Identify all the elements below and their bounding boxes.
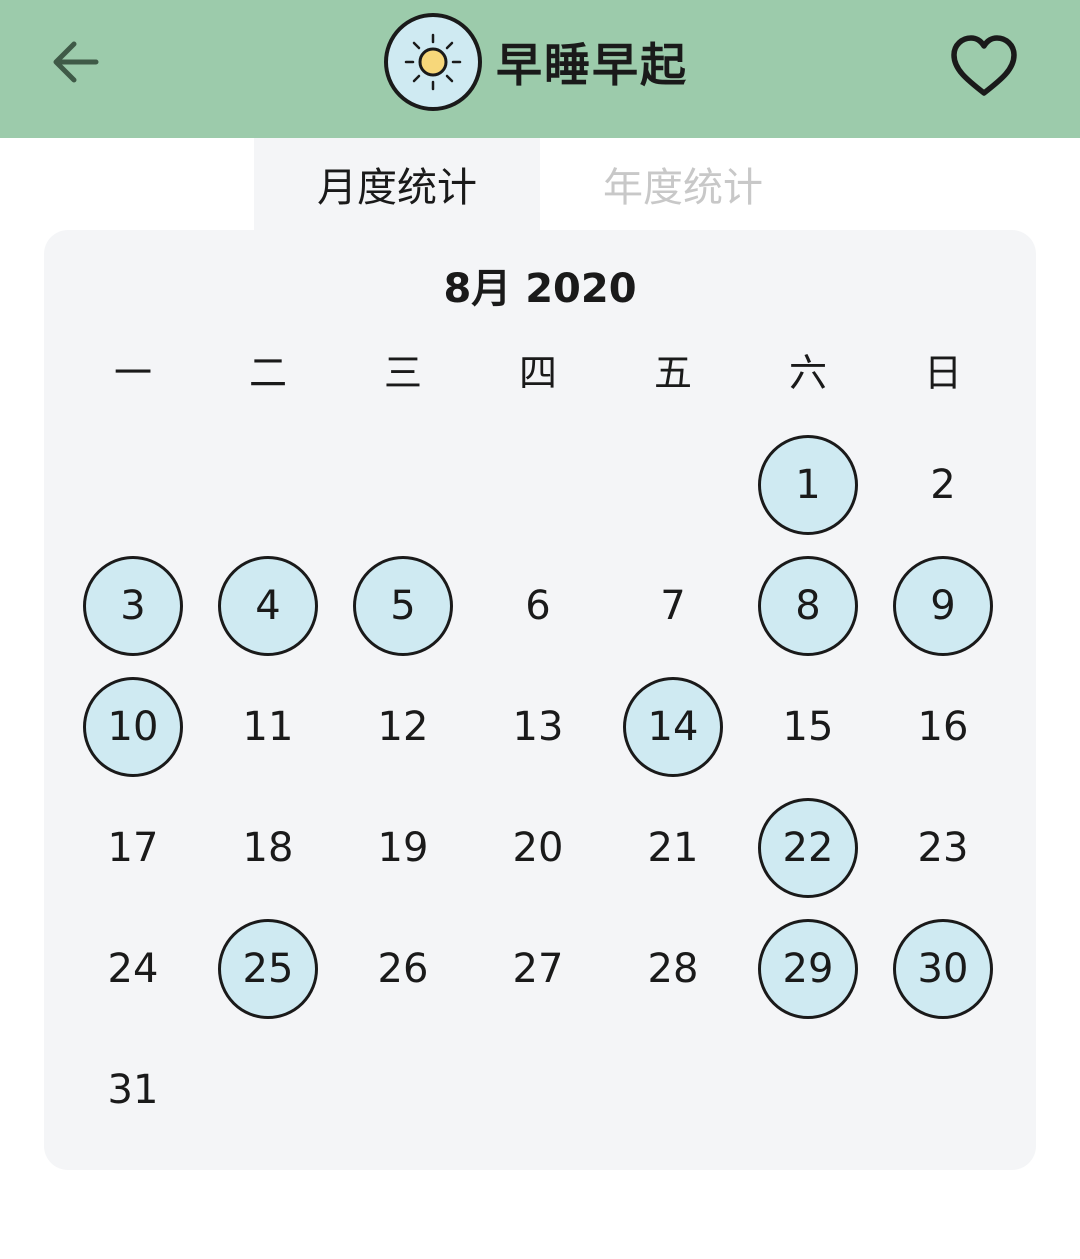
calendar-day-marked[interactable]: 4: [218, 556, 318, 656]
calendar-day[interactable]: 2: [893, 435, 993, 535]
tab-yearly-stats[interactable]: 年度统计: [540, 138, 826, 230]
calendar-day[interactable]: 27: [488, 919, 588, 1019]
back-button[interactable]: [40, 26, 112, 98]
weekday-label: 日: [923, 351, 962, 395]
calendar-day-marked[interactable]: 8: [758, 556, 858, 656]
calendar-day[interactable]: 20: [488, 798, 588, 898]
sun-icon: [384, 13, 482, 111]
header-title-group: 早睡早起: [384, 12, 688, 112]
weekday-label: 四: [518, 351, 557, 395]
calendar-day[interactable]: 15: [758, 677, 858, 777]
month-title: 8月 2020: [443, 266, 637, 312]
calendar-day[interactable]: 17: [83, 798, 183, 898]
tab-monthly-stats[interactable]: 月度统计: [254, 138, 540, 230]
calendar-day[interactable]: 18: [218, 798, 318, 898]
page-title: 早睡早起: [496, 38, 688, 92]
calendar-card: 8月 2020 一二三四五六日 1 2 3 4 5 6 7 8 9 10 11 12 13 14 15 16 17…: [44, 230, 1036, 1170]
calendar-day[interactable]: 28: [623, 919, 723, 1019]
calendar-day[interactable]: 11: [218, 677, 318, 777]
calendar-day-marked[interactable]: 3: [83, 556, 183, 656]
calendar-day-marked[interactable]: 5: [353, 556, 453, 656]
weekday-label: 三: [383, 351, 422, 395]
weekday-label: 六: [788, 351, 827, 395]
weekday-label: 五: [653, 351, 692, 395]
calendar-day-marked[interactable]: 14: [623, 677, 723, 777]
calendar-day[interactable]: 24: [83, 919, 183, 1019]
calendar-day-marked[interactable]: 29: [758, 919, 858, 1019]
heart-outline-icon: [951, 35, 1017, 96]
calendar-day[interactable]: 16: [893, 677, 993, 777]
calendar-day-marked[interactable]: 30: [893, 919, 993, 1019]
calendar-day-marked[interactable]: 25: [218, 919, 318, 1019]
calendar-day[interactable]: 6: [488, 556, 588, 656]
calendar-day[interactable]: 21: [623, 798, 723, 898]
calendar-day[interactable]: 13: [488, 677, 588, 777]
weekday-label: 二: [248, 351, 287, 395]
calendar-day[interactable]: 7: [623, 556, 723, 656]
calendar-day-marked[interactable]: 22: [758, 798, 858, 898]
app-header: 早睡早起: [0, 0, 1080, 138]
favorite-button[interactable]: [946, 28, 1022, 104]
calendar-day[interactable]: 19: [353, 798, 453, 898]
stats-tabs: 月度统计 年度统计: [0, 138, 1080, 230]
calendar-day[interactable]: 12: [353, 677, 453, 777]
calendar-day-marked[interactable]: 1: [758, 435, 858, 535]
calendar-day[interactable]: 23: [893, 798, 993, 898]
calendar-day[interactable]: 31: [83, 1040, 183, 1140]
calendar-day-marked[interactable]: 10: [83, 677, 183, 777]
arrow-left-icon: [53, 41, 99, 83]
calendar-day-marked[interactable]: 9: [893, 556, 993, 656]
calendar-day[interactable]: 26: [353, 919, 453, 1019]
weekday-label: 一: [113, 351, 152, 395]
